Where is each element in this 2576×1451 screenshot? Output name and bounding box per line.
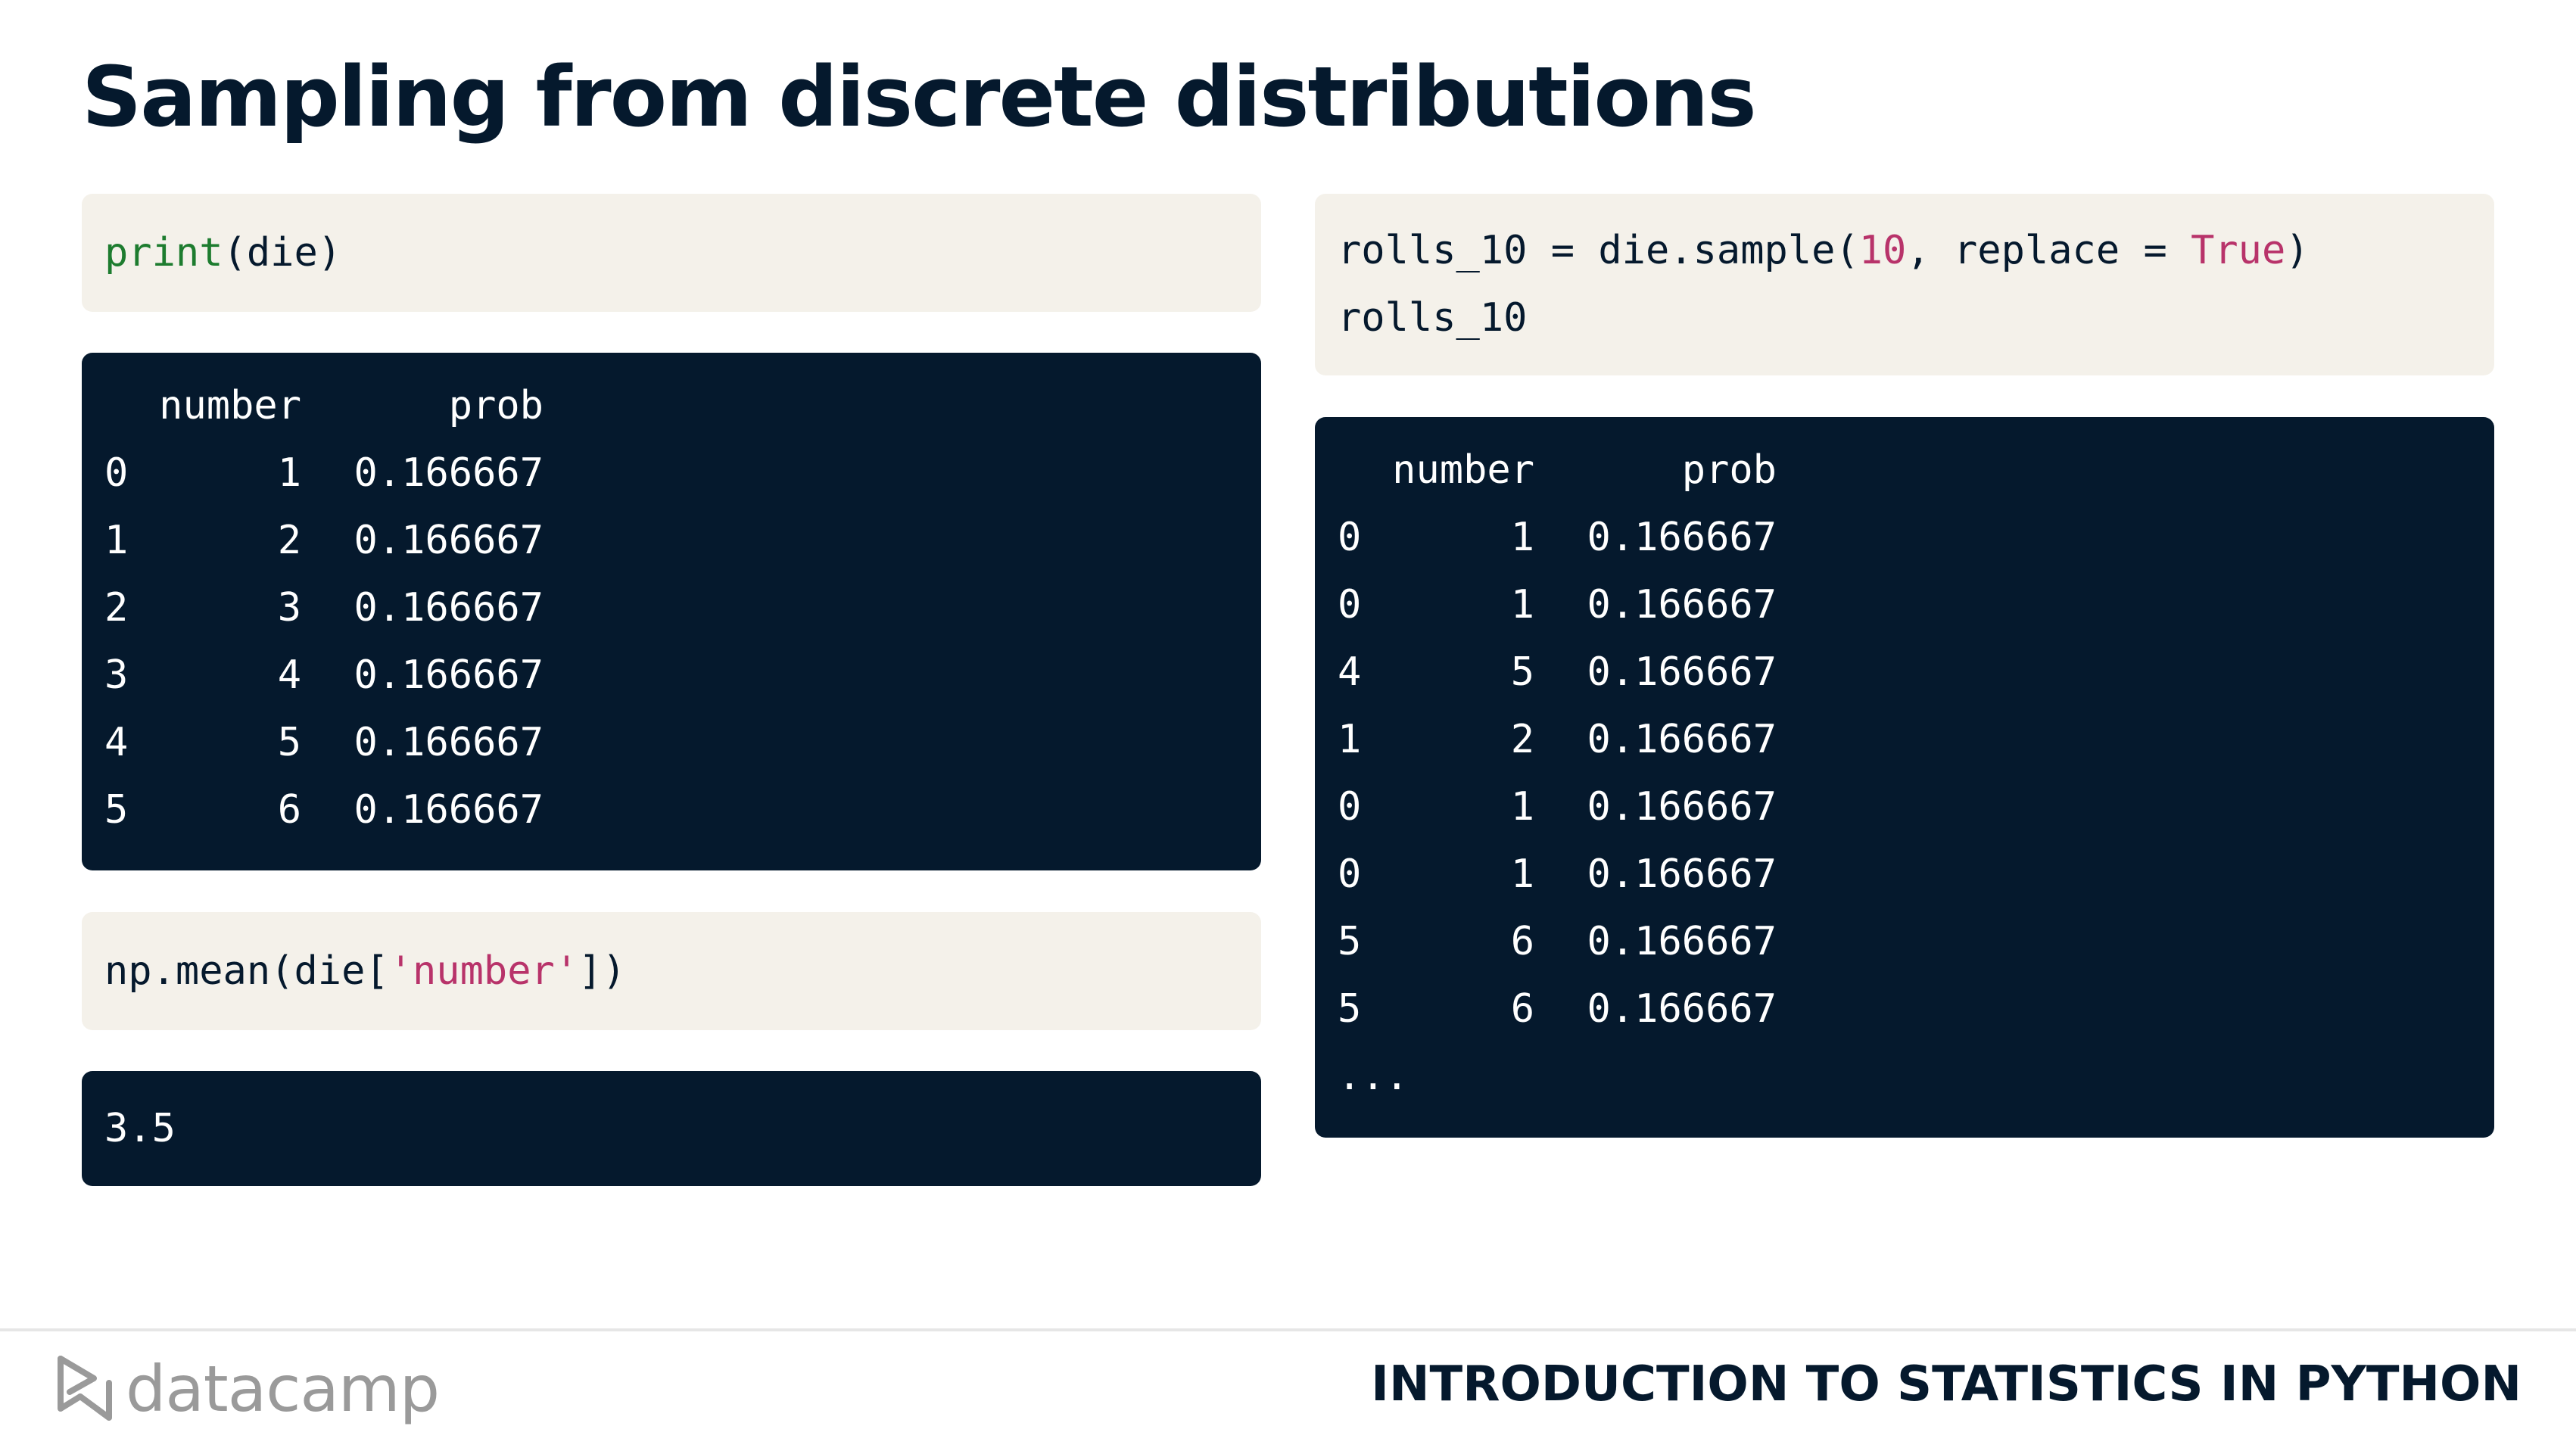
cell-index: 4 <box>1338 649 1362 695</box>
cell-prob: 0.166667 <box>1587 515 1777 560</box>
code-part: rolls_10 = die.sample( <box>1338 228 1859 273</box>
cell-prob: 0.166667 <box>1587 649 1777 695</box>
table-row: 0 1 0.166667 <box>1338 504 1777 571</box>
cell-index: 1 <box>104 518 129 563</box>
cell-prob: 0.166667 <box>354 450 544 496</box>
table-header: number prob <box>104 372 544 440</box>
cell-index: 5 <box>1338 986 1362 1032</box>
cell-index: 3 <box>104 652 129 698</box>
cell-number: 3 <box>277 585 301 631</box>
table-row: 5 6 0.166667 <box>104 777 544 844</box>
cell-prob: 0.166667 <box>1587 717 1777 762</box>
header-prob: prob <box>1681 447 1777 493</box>
code-keyword: True <box>2191 228 2286 273</box>
datacamp-logo-icon <box>58 1356 112 1421</box>
cell-number: 6 <box>1510 919 1534 964</box>
cell-prob: 0.166667 <box>1587 852 1777 897</box>
table-row: 1 2 0.166667 <box>1338 706 1777 774</box>
cell-prob: 0.166667 <box>1587 919 1777 964</box>
cell-number: 1 <box>1510 784 1534 830</box>
code-block-mean: np.mean(die['number']) <box>82 912 1261 1030</box>
cell-index: 4 <box>104 720 129 765</box>
cell-prob: 0.166667 <box>354 585 544 631</box>
cell-prob: 0.166667 <box>1587 986 1777 1032</box>
code-block-sample: rolls_10 = die.sample(10, replace = True… <box>1315 194 2494 375</box>
code-block-print: print(die) <box>82 194 1261 312</box>
code-args: (die) <box>223 230 342 276</box>
cell-number: 6 <box>277 787 301 833</box>
cell-index: 1 <box>1338 717 1362 762</box>
table-row: 0 1 0.166667 <box>1338 774 1777 841</box>
cell-index: 0 <box>1338 515 1362 560</box>
output-value: 3.5 <box>104 1106 176 1151</box>
table-row: 1 2 0.166667 <box>104 507 544 574</box>
logo-text: datacamp <box>126 1352 440 1426</box>
cell-number: 1 <box>1510 515 1534 560</box>
course-title: INTRODUCTION TO STATISTICS IN PYTHON <box>1371 1356 2521 1412</box>
table-row: 5 6 0.166667 <box>1338 908 1777 976</box>
cell-prob: 0.166667 <box>1587 582 1777 627</box>
table-row: 3 4 0.166667 <box>104 642 544 709</box>
header-number: number <box>159 383 301 428</box>
cell-number: 2 <box>277 518 301 563</box>
cell-prob: 0.166667 <box>1587 784 1777 830</box>
cell-index: 0 <box>1338 784 1362 830</box>
table-header: number prob <box>1338 437 1777 504</box>
cell-number: 6 <box>1510 986 1534 1032</box>
code-part: ) <box>2285 228 2310 273</box>
code-line: np.mean(die['number']) <box>104 938 626 1005</box>
cell-prob: 0.166667 <box>354 652 544 698</box>
code-part: , replace = <box>1906 228 2191 273</box>
table-row: 5 6 0.166667 <box>1338 976 1777 1043</box>
cell-index: 0 <box>1338 852 1362 897</box>
code-function: print <box>104 230 223 276</box>
table-row: 0 1 0.166667 <box>104 440 544 507</box>
code-line: rolls_10 = die.sample(10, replace = True… <box>1338 217 2310 285</box>
cell-index: 2 <box>104 585 129 631</box>
code-prefix: np.mean(die[ <box>104 948 389 994</box>
header-prob: prob <box>448 383 544 428</box>
cell-number: 2 <box>1510 717 1534 762</box>
cell-number: 1 <box>1510 582 1534 627</box>
table-row: 0 1 0.166667 <box>1338 571 1777 639</box>
table-row: 4 5 0.166667 <box>104 709 544 777</box>
cell-number: 1 <box>1510 852 1534 897</box>
slide-title: Sampling from discrete distributions <box>82 48 1757 145</box>
cell-number: 4 <box>277 652 301 698</box>
footer-divider <box>0 1328 2576 1331</box>
cell-number: 1 <box>277 450 301 496</box>
cell-index: 5 <box>104 787 129 833</box>
cell-prob: 0.166667 <box>354 720 544 765</box>
cell-prob: 0.166667 <box>354 518 544 563</box>
datacamp-logo: datacamp <box>55 1351 440 1427</box>
cell-index: 5 <box>1338 919 1362 964</box>
code-suffix: ]) <box>578 948 626 994</box>
table-row: 0 1 0.166667 <box>1338 841 1777 908</box>
code-number: 10 <box>1858 228 1907 273</box>
table-ellipsis: ... <box>1338 1054 1409 1099</box>
table-row: 2 3 0.166667 <box>104 574 544 642</box>
table-row: 4 5 0.166667 <box>1338 639 1777 706</box>
code-line: rolls_10 <box>1338 295 1528 341</box>
cell-index: 0 <box>104 450 129 496</box>
cell-number: 5 <box>277 720 301 765</box>
output-block-rolls-table: number prob 0 1 0.166667 0 1 0.166667 4 5 0.166… <box>1315 417 2494 1138</box>
code-line: print(die) <box>104 220 341 287</box>
cell-prob: 0.166667 <box>354 787 544 833</box>
header-number: number <box>1392 447 1534 493</box>
output-block-die-table: number prob 0 1 0.166667 1 2 0.166667 2 3 0.166… <box>82 353 1261 870</box>
code-string: 'number' <box>388 948 579 994</box>
output-block-mean: 3.5 <box>82 1071 1261 1186</box>
cell-number: 5 <box>1510 649 1534 695</box>
cell-index: 0 <box>1338 582 1362 627</box>
